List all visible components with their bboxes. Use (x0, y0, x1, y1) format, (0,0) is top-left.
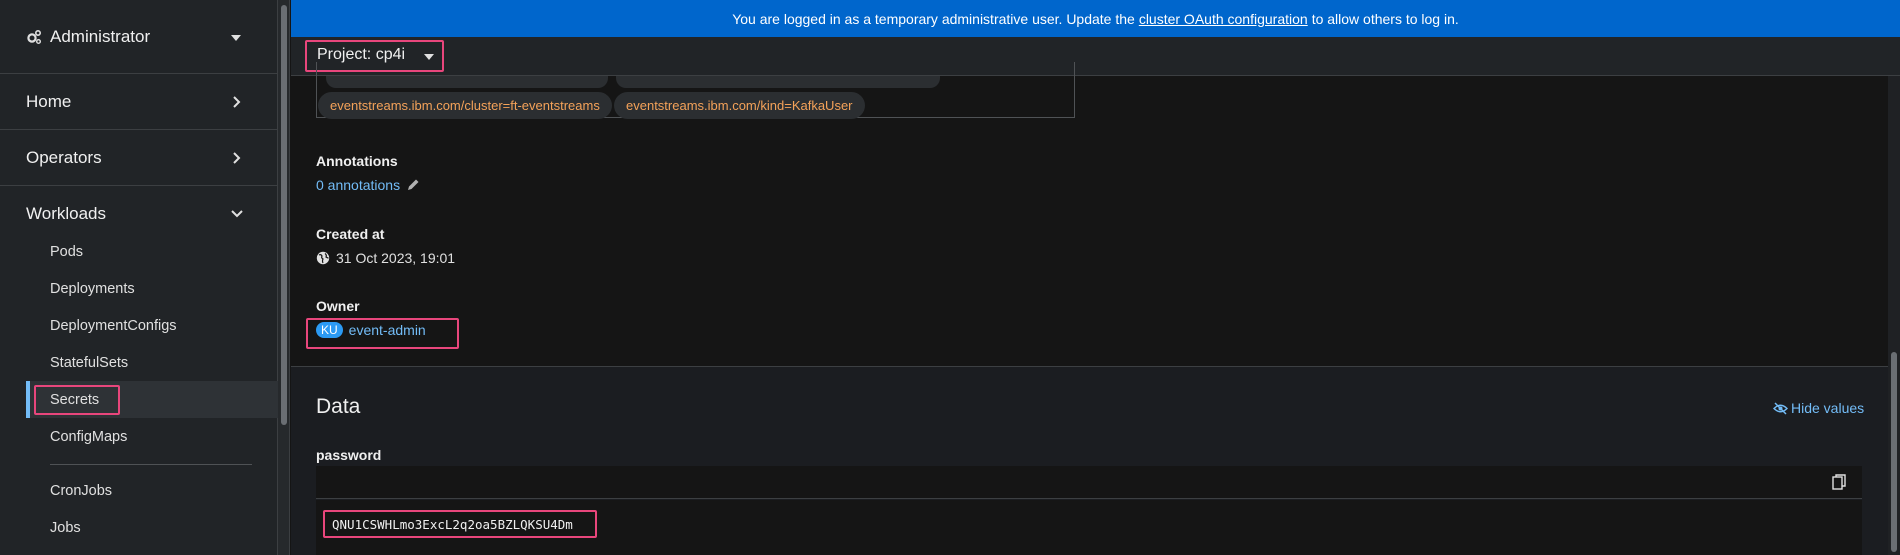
chevron-right-icon (233, 152, 241, 164)
sidebar-item-jobs[interactable]: Jobs (26, 509, 278, 546)
cogs-icon (27, 29, 42, 44)
perspective-switcher[interactable]: Administrator (0, 0, 277, 74)
data-section-title: Data (316, 395, 361, 418)
sidebar-item-label: Deployments (50, 280, 135, 297)
sidebar-item-cronjobs[interactable]: CronJobs (26, 472, 278, 509)
globe-icon (316, 251, 330, 265)
sidebar-item-label: ConfigMaps (50, 428, 128, 445)
label-chip[interactable]: eventstreams.ibm.com/cluster=ft-eventstr… (318, 92, 612, 119)
annotations-link[interactable]: 0 annotations (316, 177, 400, 193)
nav-section-operators[interactable]: Operators (0, 130, 278, 186)
hide-values-button[interactable]: Hide values (1773, 400, 1864, 416)
chevron-down-icon (231, 210, 243, 218)
highlight-secret-value (323, 510, 597, 538)
data-key-password: password (316, 447, 382, 463)
nav-divider (50, 464, 252, 465)
sidebar-item-deploymentconfigs[interactable]: DeploymentConfigs (26, 307, 278, 344)
label-chip-partial (326, 76, 608, 88)
hide-values-label: Hide values (1791, 400, 1865, 416)
annotations-label: Annotations (316, 153, 398, 169)
sidebar-item-pods[interactable]: Pods (26, 233, 278, 270)
sidebar-item-deployments[interactable]: Deployments (26, 270, 278, 307)
temporary-admin-banner: You are logged in as a temporary adminis… (291, 0, 1900, 37)
nav-section-workloads-label: Workloads (26, 204, 106, 223)
nav-section-home[interactable]: Home (0, 74, 278, 130)
nav-section-home-label: Home (26, 91, 72, 111)
copy-icon[interactable] (1832, 474, 1846, 490)
created-at-text: 31 Oct 2023, 19:01 (336, 250, 456, 266)
chevron-right-icon (233, 96, 241, 108)
created-at-label: Created at (316, 226, 385, 242)
annotations-value[interactable]: 0 annotations (316, 177, 420, 193)
owner-label: Owner (316, 298, 360, 314)
eye-slash-icon (1773, 401, 1788, 415)
sidebar-item-label: DeploymentConfigs (50, 317, 177, 334)
main-scrollbar-thumb[interactable] (1891, 352, 1897, 552)
highlight-secrets (34, 385, 120, 415)
banner-text-prefix: You are logged in as a temporary adminis… (732, 10, 1135, 27)
highlight-owner (306, 318, 459, 349)
sidebar-item-label: StatefulSets (50, 354, 129, 371)
pencil-icon (408, 179, 419, 190)
oauth-config-link[interactable]: cluster OAuth configuration (1139, 11, 1308, 27)
label-chip-partial (616, 76, 940, 88)
label-chip[interactable]: eventstreams.ibm.com/kind=KafkaUser (614, 92, 865, 119)
sidebar-item-label: Pods (50, 243, 84, 260)
code-block-header (316, 466, 1862, 499)
sidebar-scrollbar-thumb[interactable] (281, 5, 287, 425)
sidebar-item-configmaps[interactable]: ConfigMaps (26, 418, 278, 455)
sidebar-item-label: Jobs (50, 519, 81, 536)
sidebar: Administrator Home Operators Workloads P… (0, 0, 278, 555)
caret-down-icon (231, 35, 241, 41)
banner-text-suffix: to allow others to log in. (1311, 10, 1459, 27)
nav-section-operators-label: Operators (26, 147, 102, 167)
sidebar-item-label: CronJobs (50, 482, 113, 499)
sidebar-item-statefulsets[interactable]: StatefulSets (26, 344, 278, 381)
created-at-value: 31 Oct 2023, 19:01 (316, 250, 455, 266)
perspective-label: Administrator (50, 26, 151, 46)
